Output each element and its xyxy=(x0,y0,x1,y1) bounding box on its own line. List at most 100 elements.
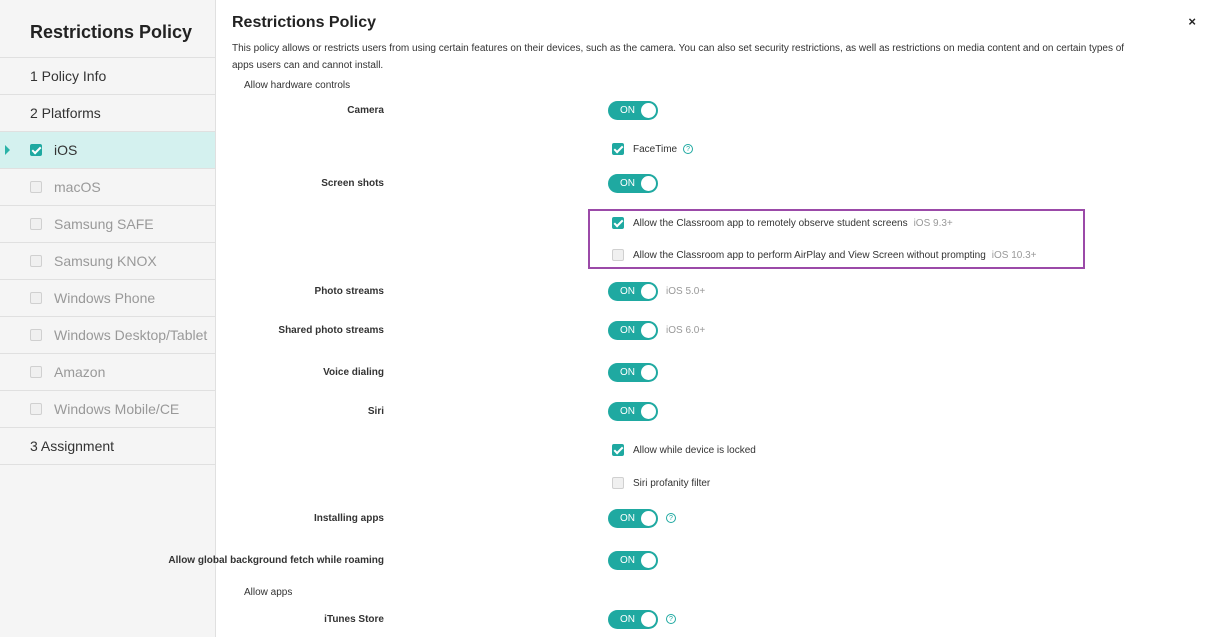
sidebar-item-platforms[interactable]: 2 Platforms xyxy=(0,95,215,132)
option-label: FaceTime xyxy=(633,143,678,155)
classroom-airplay-checkbox[interactable] xyxy=(612,249,624,261)
setting-camera: Camera ON xyxy=(216,100,1218,120)
platform-checkbox-amazon[interactable] xyxy=(30,366,42,378)
platform-checkbox-samsung-knox[interactable] xyxy=(30,255,42,267)
section-apps-label: Allow apps xyxy=(244,587,293,598)
version-badge: iOS 6.0+ xyxy=(666,324,706,336)
setting-label: Shared photo streams xyxy=(278,324,384,336)
help-icon[interactable]: ? xyxy=(666,614,676,624)
help-wrapper: ? xyxy=(666,614,676,624)
toggle-knob xyxy=(641,322,656,338)
setting-label: Screen shots xyxy=(321,177,384,189)
option-label: Siri profanity filter xyxy=(633,477,711,489)
setting-bg-fetch: Allow global background fetch while roam… xyxy=(168,550,1218,570)
sidebar-item-amazon[interactable]: Amazon xyxy=(0,354,215,391)
main-panel: Restrictions Policy × This policy allows… xyxy=(168,0,1218,637)
setting-screenshots: Screen shots ON xyxy=(216,173,1218,193)
toggle-text: ON xyxy=(620,177,635,189)
classroom-observe-checkbox[interactable] xyxy=(612,217,624,229)
setting-label: iTunes Store xyxy=(324,613,384,625)
toggle-text: ON xyxy=(620,104,635,116)
platform-checkbox-ios[interactable] xyxy=(30,144,42,156)
setting-photo-streams: Photo streams ON iOS 5.0+ xyxy=(216,281,1218,301)
sidebar-item-windows-desktop[interactable]: Windows Desktop/Tablet xyxy=(0,317,215,354)
voice-dialing-toggle[interactable]: ON xyxy=(608,362,658,382)
sidebar-item-ios[interactable]: iOS xyxy=(0,132,215,169)
camera-toggle[interactable]: ON xyxy=(608,100,658,120)
setting-installing-apps: Installing apps ON ? xyxy=(216,508,1218,528)
help-icon[interactable]: ? xyxy=(666,513,676,523)
sidebar-item-label: 1 Policy Info xyxy=(30,68,107,84)
sidebar-item-windows-mobile[interactable]: Windows Mobile/CE xyxy=(0,391,215,428)
toggle-knob xyxy=(641,552,656,568)
toggle-text: ON xyxy=(620,512,635,524)
setting-label: Photo streams xyxy=(314,285,384,297)
shared-photo-streams-toggle[interactable]: ON xyxy=(608,320,658,340)
sidebar-item-windows-phone[interactable]: Windows Phone xyxy=(0,280,215,317)
setting-itunes: iTunes Store ON ? xyxy=(216,609,1218,629)
option-classroom-airplay: Allow the Classroom app to perform AirPl… xyxy=(612,249,1037,261)
siri-toggle[interactable]: ON xyxy=(608,401,658,421)
help-wrapper: ? xyxy=(666,513,676,523)
platform-checkbox-windows-desktop[interactable] xyxy=(30,329,42,341)
setting-shared-photo-streams: Shared photo streams ON iOS 6.0+ xyxy=(216,320,1218,340)
sidebar-item-assignment[interactable]: 3 Assignment xyxy=(0,428,215,465)
installing-apps-toggle[interactable]: ON xyxy=(608,508,658,528)
option-siri-profanity: Siri profanity filter xyxy=(612,477,710,489)
siri-locked-checkbox[interactable] xyxy=(612,444,624,456)
toggle-text: ON xyxy=(620,554,635,566)
siri-profanity-checkbox[interactable] xyxy=(612,477,624,489)
platform-checkbox-samsung-safe[interactable] xyxy=(30,218,42,230)
screenshots-toggle[interactable]: ON xyxy=(608,173,658,193)
toggle-knob xyxy=(641,611,656,627)
sidebar-item-label: Amazon xyxy=(54,364,106,380)
sidebar: Restrictions Policy 1 Policy Info 2 Plat… xyxy=(0,0,216,637)
sidebar-item-samsung-safe[interactable]: Samsung SAFE xyxy=(0,206,215,243)
platform-checkbox-windows-mobile[interactable] xyxy=(30,403,42,415)
version-badge: iOS 5.0+ xyxy=(666,285,706,297)
page-description: This policy allows or restricts users fr… xyxy=(232,43,1125,71)
sidebar-item-label: 3 Assignment xyxy=(30,438,115,454)
setting-label: Voice dialing xyxy=(323,366,384,378)
option-label: Allow the Classroom app to remotely obse… xyxy=(633,217,908,229)
sidebar-item-samsung-knox[interactable]: Samsung KNOX xyxy=(0,243,215,280)
help-icon[interactable]: ? xyxy=(683,144,694,154)
option-facetime: FaceTime ? xyxy=(612,143,694,155)
toggle-text: ON xyxy=(620,324,635,336)
close-icon[interactable]: × xyxy=(1188,14,1196,29)
sidebar-item-label: 2 Platforms xyxy=(30,105,101,121)
option-siri-locked: Allow while device is locked xyxy=(612,444,756,456)
page-title: Restrictions Policy xyxy=(232,14,377,31)
setting-label: Camera xyxy=(347,104,384,116)
bg-fetch-toggle[interactable]: ON xyxy=(608,550,658,570)
setting-label: Allow global background fetch while roam… xyxy=(168,554,384,566)
sidebar-title: Restrictions Policy xyxy=(0,0,215,58)
sidebar-item-label: Windows Mobile/CE xyxy=(54,401,180,417)
section-hardware-label: Allow hardware controls xyxy=(244,80,351,91)
toggle-knob xyxy=(641,510,656,526)
sidebar-item-label: macOS xyxy=(54,179,101,195)
option-label: Allow while device is locked xyxy=(633,444,756,456)
toggle-knob xyxy=(641,102,656,118)
platform-checkbox-macos[interactable] xyxy=(30,181,42,193)
facetime-checkbox[interactable] xyxy=(612,143,624,155)
active-arrow-icon xyxy=(5,145,10,155)
platform-checkbox-windows-phone[interactable] xyxy=(30,292,42,304)
setting-label: Siri xyxy=(367,405,384,417)
sidebar-item-macos[interactable]: macOS xyxy=(0,169,215,206)
sidebar-item-policy-info[interactable]: 1 Policy Info xyxy=(0,58,215,95)
toggle-knob xyxy=(641,364,656,380)
photo-streams-toggle[interactable]: ON xyxy=(608,281,658,301)
setting-siri: Siri ON xyxy=(216,401,1218,421)
version-badge: iOS 10.3+ xyxy=(991,249,1037,261)
toggle-knob xyxy=(641,283,656,299)
toggle-text: ON xyxy=(620,285,635,297)
setting-voice-dialing: Voice dialing ON xyxy=(216,362,1218,382)
itunes-toggle[interactable]: ON xyxy=(608,609,658,629)
toggle-text: ON xyxy=(620,405,635,417)
toggle-text: ON xyxy=(620,613,635,625)
toggle-knob xyxy=(641,403,656,419)
sidebar-item-label: Windows Phone xyxy=(54,290,156,306)
sidebar-item-label: Samsung SAFE xyxy=(54,216,154,232)
sidebar-item-label: Windows Desktop/Tablet xyxy=(54,327,208,343)
